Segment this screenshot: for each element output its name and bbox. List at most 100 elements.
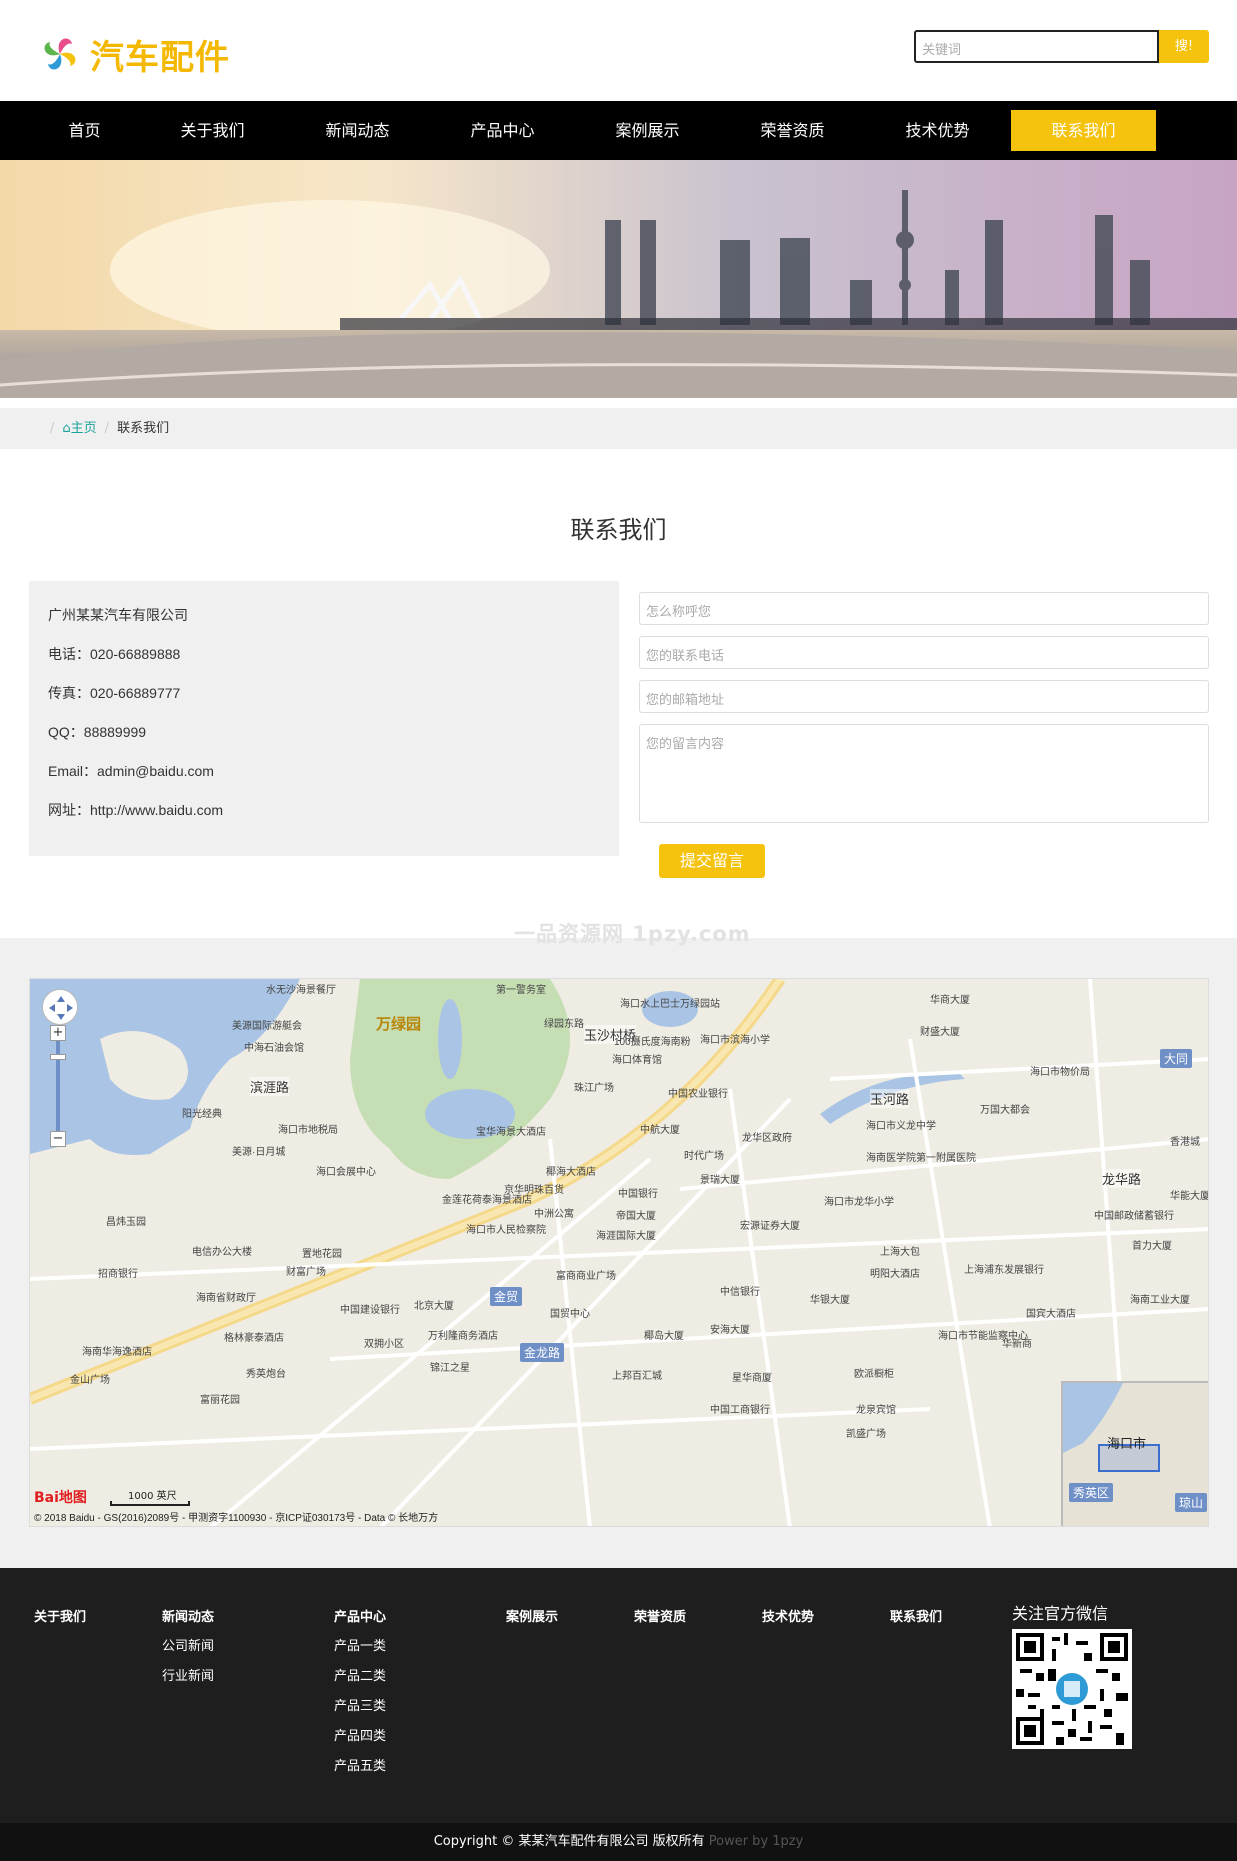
site-logo[interactable]: 汽车配件 [34,28,234,80]
contact-info-panel: 广州某某汽车有限公司 电话：020-66889888 传真：020-668897… [29,581,619,856]
map-label: 华新商 [1002,1339,1032,1350]
footer-link[interactable]: 公司新闻 [162,1635,214,1654]
map-label: 富丽花园 [200,1395,240,1406]
map-label: 凯盛广场 [846,1429,886,1440]
name-input[interactable]: 怎么称呼您 [639,592,1209,625]
map-label: 滨涯路 [250,1077,290,1096]
map-label: 中国银行 [618,1189,658,1200]
copyright-bar: Copyright © 某某汽车配件有限公司 版权所有 Power by 1pz… [0,1823,1237,1861]
map-label: 龙华路 [1102,1169,1142,1188]
map-label: 中海石油会馆 [244,1043,304,1054]
qr-code [1012,1629,1132,1749]
power-by-link[interactable]: Power by 1pzy [709,1834,804,1849]
map-label: 招商银行 [98,1269,138,1280]
map-label: 玉河路 [870,1089,910,1108]
nav-item-honors[interactable]: 荣誉资质 [720,110,865,151]
map-label: 宏源证券大厦 [740,1221,800,1232]
map-label: 海南省财政厅 [196,1293,256,1304]
logo-pinwheel-icon [44,38,76,70]
map-label: 上邦百汇城 [612,1371,662,1382]
search-input[interactable]: 关键词 [914,30,1159,63]
map-label: 万绿园 [376,1016,422,1033]
map-zoom-out-button[interactable]: − [50,1131,66,1147]
map-label: 中国农业银行 [668,1089,728,1100]
map-label: 美源国际游艇会 [232,1021,302,1032]
footer-link[interactable]: 产品一类 [334,1635,386,1654]
message-textarea[interactable]: 您的留言内容 [639,724,1209,823]
submit-message-button[interactable]: 提交留言 [659,844,765,878]
map-label: 华商大厦 [930,995,970,1006]
nav-item-cases[interactable]: 案例展示 [575,110,720,151]
website-line: 网址：http://www.baidu.com [48,802,224,818]
copyright-text: Copyright © 某某汽车配件有限公司 版权所有 [433,1834,705,1849]
nav-item-home[interactable]: 首页 [12,110,157,151]
breadcrumb-current: 联系我们 [117,421,170,436]
map-label: 海口市地税局 [278,1125,338,1136]
map-label: 100摄氏度海南粉 [614,1037,691,1048]
footer-link[interactable]: 行业新闻 [162,1665,214,1684]
nav-item-news[interactable]: 新闻动态 [285,110,430,151]
map-label: 明阳大酒店 [870,1269,920,1280]
watermark: 一品资源网 1pzy.com [514,922,751,946]
footer-link[interactable]: 产品五类 [334,1755,386,1774]
nav-item-products[interactable]: 产品中心 [430,110,575,151]
map-label: 置地花园 [302,1249,342,1260]
map-nav-icon [49,996,73,1020]
footer-heading-news[interactable]: 新闻动态 [162,1606,214,1625]
breadcrumb-home[interactable]: ⌂主页 [62,408,96,449]
map-label: 中洲公寓 [534,1209,574,1220]
baidu-map[interactable]: 万绿园 玉沙村桥 金贸 金龙路 大同 中国农业银行 中国建设银行 中国银行 中信… [29,978,1209,1527]
map-label: 上海浦东发展银行 [964,1265,1044,1276]
map-label: 财富广场 [286,1267,326,1278]
map-overview[interactable]: 海口市 秀英区 琼山 [1061,1381,1208,1526]
breadcrumb-separator: / [104,421,110,436]
map-label: 海口水上巴士万绿园站 [620,999,720,1010]
fax-line: 传真：020-66889777 [48,685,181,701]
map-label: 宝华海景大酒店 [476,1127,546,1138]
map-label: 中信银行 [720,1287,760,1298]
map-zoom-handle[interactable] [50,1054,66,1060]
phone-input[interactable]: 您的联系电话 [639,636,1209,669]
search-button[interactable]: 搜! [1159,30,1209,63]
map-label: 富商商业广场 [556,1271,616,1282]
map-label: 水无沙海景餐厅 [266,985,336,996]
map-label: 华能大厦 [1170,1191,1209,1202]
map-label: 中国工商银行 [710,1405,770,1416]
map-label: 海口市人民检察院 [466,1225,546,1236]
email-line: Email：admin@baidu.com [48,763,214,779]
qr-code-image [1016,1633,1128,1745]
footer-link[interactable]: 产品四类 [334,1725,386,1744]
breadcrumb-home-label: 主页 [70,421,97,436]
map-zoom-slider[interactable] [56,1033,60,1143]
map-label: 大同 [1160,1049,1193,1068]
footer-heading-cases[interactable]: 案例展示 [506,1606,558,1625]
map-label: 上海大包 [880,1247,920,1258]
footer-heading-tech[interactable]: 技术优势 [762,1606,814,1625]
map-label: 绿园东路 [544,1019,584,1030]
map-label: 国贸中心 [550,1309,590,1320]
footer-heading-about[interactable]: 关于我们 [34,1606,86,1625]
email-input[interactable]: 您的邮箱地址 [639,680,1209,713]
map-copyright: © 2018 Baidu - GS(2016)2089号 - 甲测资字11009… [34,1513,439,1524]
nav-item-contact[interactable]: 联系我们 [1011,110,1156,151]
city-skyline-image [0,160,1237,398]
footer-link[interactable]: 产品三类 [334,1695,386,1714]
map-label: 海南工业大厦 [1130,1295,1190,1306]
map-label: 国宾大酒店 [1026,1309,1076,1320]
map-label: 海口市龙华小学 [824,1197,894,1208]
map-pan-control[interactable] [42,989,78,1025]
map-label: 格林豪泰酒店 [224,1333,284,1344]
nav-item-about[interactable]: 关于我们 [140,110,285,151]
footer-link[interactable]: 产品二类 [334,1665,386,1684]
overview-label: 秀英区 [1069,1483,1114,1502]
map-zoom-in-button[interactable]: + [50,1025,66,1041]
map-label: 秀英炮台 [246,1369,286,1380]
nav-item-tech[interactable]: 技术优势 [865,110,1010,151]
map-label: 海南医学院第一附属医院 [866,1153,976,1164]
breadcrumb-separator: / [50,421,55,436]
footer-heading-honors[interactable]: 荣誉资质 [634,1606,686,1625]
footer-heading-contact[interactable]: 联系我们 [890,1606,942,1625]
map-label: 龙华区政府 [742,1133,792,1144]
footer-heading-products[interactable]: 产品中心 [334,1606,386,1625]
map-label: 帝国大厦 [616,1211,656,1222]
